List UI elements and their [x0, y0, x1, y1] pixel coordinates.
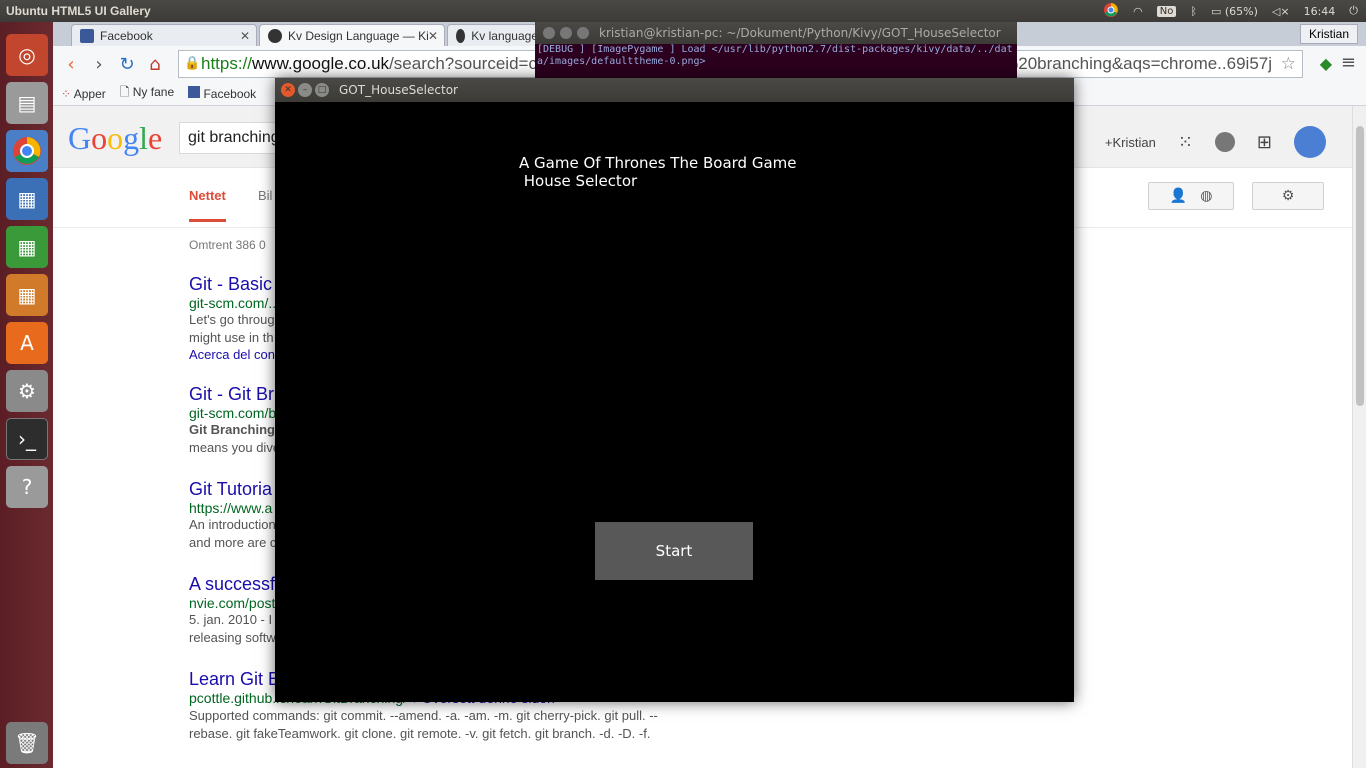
- globe-icon: ◍: [1200, 188, 1213, 204]
- gear-icon: ⚙: [1281, 188, 1295, 204]
- apps-grid-icon: ⁘: [61, 86, 72, 101]
- tab-kv-design[interactable]: Kv Design Language — Kivy ✕: [259, 24, 445, 46]
- tab-facebook[interactable]: Facebook ✕: [71, 24, 257, 46]
- close-icon[interactable]: ✕: [240, 29, 250, 43]
- reload-icon[interactable]: ↻: [113, 54, 141, 75]
- battery-label: (65%): [1224, 4, 1258, 18]
- bookmark-new-tab-label: Ny fane: [132, 85, 175, 99]
- keyboard-indicator[interactable]: No: [1156, 5, 1177, 17]
- person-icon: 👤: [1169, 188, 1187, 204]
- bookmark-apps[interactable]: ⁘ Apper: [61, 87, 106, 101]
- window-controls: [543, 27, 589, 39]
- minimize-icon[interactable]: –: [298, 83, 312, 97]
- window-controls: ✕ – □: [281, 83, 329, 97]
- trash-icon[interactable]: 🗑: [6, 722, 48, 764]
- search-input[interactable]: git branching: [179, 122, 289, 154]
- settings-icon[interactable]: ⚙: [6, 370, 48, 412]
- bluetooth-icon[interactable]: ᛒ: [1190, 5, 1197, 18]
- bookmark-facebook[interactable]: Facebook: [188, 86, 256, 101]
- url-scheme: https://: [201, 54, 253, 73]
- tab-images[interactable]: Bil: [258, 188, 272, 203]
- maximize-icon[interactable]: [577, 27, 589, 39]
- help-icon[interactable]: ?: [6, 466, 48, 508]
- result-snippet: rebase. git fakeTeamwork. git clone. git…: [189, 726, 651, 741]
- kivy-app-window: ✕ – □ GOT_HouseSelector A Game Of Throne…: [275, 78, 1074, 702]
- google-account-bar: +Kristian ⁙ ⊞: [1105, 126, 1326, 158]
- bookmark-new-tab[interactable]: 🗋 Ny fane: [120, 83, 174, 104]
- wifi-icon[interactable]: ◠: [1133, 5, 1143, 18]
- clock[interactable]: 16:44: [1304, 5, 1336, 18]
- impress-icon[interactable]: ▦: [6, 274, 48, 316]
- files-icon[interactable]: ▤: [6, 82, 48, 124]
- result-snippet: Supported commands: git commit. --amend.…: [189, 708, 658, 723]
- close-icon[interactable]: [543, 27, 555, 39]
- tab-kv-language[interactable]: Kv language: [447, 24, 547, 46]
- apps-grid-icon[interactable]: ⁙: [1178, 132, 1193, 153]
- tab-label: Kv Design Language — Kivy: [288, 28, 428, 43]
- close-icon[interactable]: ✕: [281, 83, 295, 97]
- calc-icon[interactable]: ▦: [6, 226, 48, 268]
- star-icon[interactable]: ☆: [1281, 54, 1296, 74]
- launcher: ◎ ▤ ▦ ▦ ▦ A ⚙ ›_ ? 🗑: [0, 22, 53, 768]
- app-heading: A Game Of Thrones The Board Game House S…: [519, 154, 797, 190]
- battery-indicator[interactable]: ▭ (65%): [1211, 5, 1258, 18]
- back-icon[interactable]: ‹: [57, 54, 85, 75]
- google-logo[interactable]: Google: [68, 120, 162, 157]
- terminal-window: kristian@kristian-pc: ~/Dokument/Python/…: [535, 22, 1017, 78]
- volume-icon[interactable]: ◁×: [1272, 5, 1290, 18]
- kivy-icon: [268, 28, 282, 43]
- extension-icon[interactable]: ◆: [1320, 54, 1332, 73]
- tab-label: Kv language: [471, 28, 538, 43]
- kivy-titlebar: ✕ – □ GOT_HouseSelector: [275, 78, 1074, 102]
- maximize-icon[interactable]: □: [315, 83, 329, 97]
- chrome-tray-icon[interactable]: [1103, 2, 1119, 21]
- terminal-title: kristian@kristian-pc: ~/Dokument/Python/…: [535, 22, 1017, 44]
- minimize-icon[interactable]: [560, 27, 572, 39]
- home-icon[interactable]: ⌂: [141, 54, 169, 75]
- writer-icon[interactable]: ▦: [6, 178, 48, 220]
- search-tools: 👤 ◍ ⚙: [1148, 182, 1324, 210]
- chrome-icon[interactable]: [6, 130, 48, 172]
- url-host: www.google.co.uk: [252, 54, 390, 73]
- system-tray: ◠ No ᛒ ▭ (65%) ◁× 16:44 ⏻: [1103, 0, 1358, 22]
- scrollbar-thumb[interactable]: [1356, 126, 1364, 406]
- facebook-icon: [80, 28, 94, 43]
- close-icon[interactable]: ✕: [428, 29, 438, 43]
- tab-label: Facebook: [100, 28, 153, 43]
- share-icon[interactable]: ⊞: [1257, 132, 1272, 153]
- avatar[interactable]: [1294, 126, 1326, 158]
- profile-button[interactable]: Kristian: [1299, 24, 1358, 44]
- terminal-line: [DEBUG ] [ImagePygame ] Load </usr/lib/p…: [537, 44, 1013, 55]
- kivy-icon: [456, 28, 466, 43]
- top-panel: Ubuntu HTML5 UI Gallery ◠ No ᛒ ▭ (65%) ◁…: [0, 0, 1366, 22]
- tab-web[interactable]: Nettet: [189, 188, 226, 222]
- personal-results-toggle[interactable]: 👤 ◍: [1148, 182, 1234, 210]
- page-icon: 🗋: [119, 85, 130, 99]
- power-icon[interactable]: ⏻: [1349, 4, 1358, 18]
- settings-button[interactable]: ⚙: [1252, 182, 1324, 210]
- forward-icon[interactable]: ›: [85, 54, 113, 75]
- facebook-icon: [188, 86, 201, 98]
- page-scrollbar[interactable]: [1352, 106, 1366, 768]
- dash-icon[interactable]: ◎: [6, 34, 48, 76]
- start-button[interactable]: Start: [595, 522, 753, 580]
- battery-icon: ▭: [1210, 4, 1222, 18]
- url-tail: t%20branching&aqs=chrome..69i57j: [998, 54, 1272, 73]
- terminal-line: a/images/defaulttheme-0.png>: [537, 56, 706, 67]
- window-title: GOT_HouseSelector: [339, 83, 458, 97]
- menu-icon[interactable]: ≡: [1341, 52, 1356, 73]
- notifications-icon[interactable]: [1214, 132, 1235, 152]
- bookmark-facebook-label: Facebook: [203, 87, 257, 101]
- app-title: Ubuntu HTML5 UI Gallery: [6, 4, 151, 18]
- bookmark-apps-label: Apper: [73, 86, 106, 101]
- terminal-icon[interactable]: ›_: [6, 418, 48, 460]
- software-center-icon[interactable]: A: [6, 322, 48, 364]
- plus-profile-link[interactable]: +Kristian: [1105, 135, 1156, 150]
- lock-icon: 🔒: [184, 55, 201, 70]
